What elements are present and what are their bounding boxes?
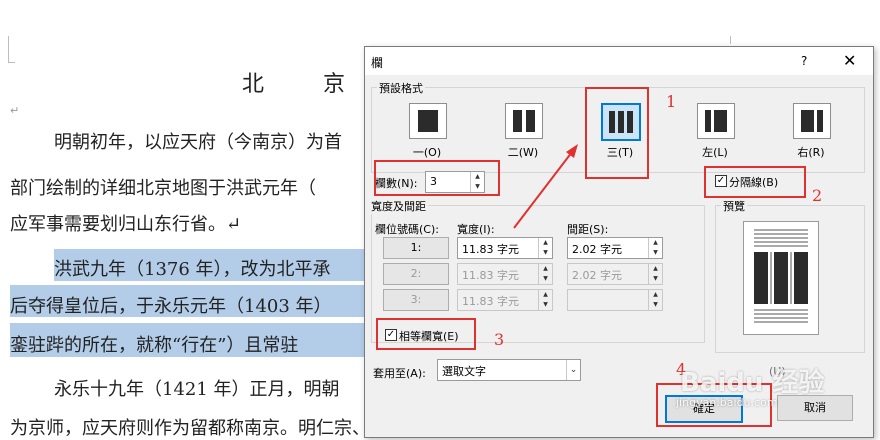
watermark-url: jingyan.baidu.com	[676, 396, 778, 409]
watermark-logo: Baidu 经验	[680, 368, 825, 398]
